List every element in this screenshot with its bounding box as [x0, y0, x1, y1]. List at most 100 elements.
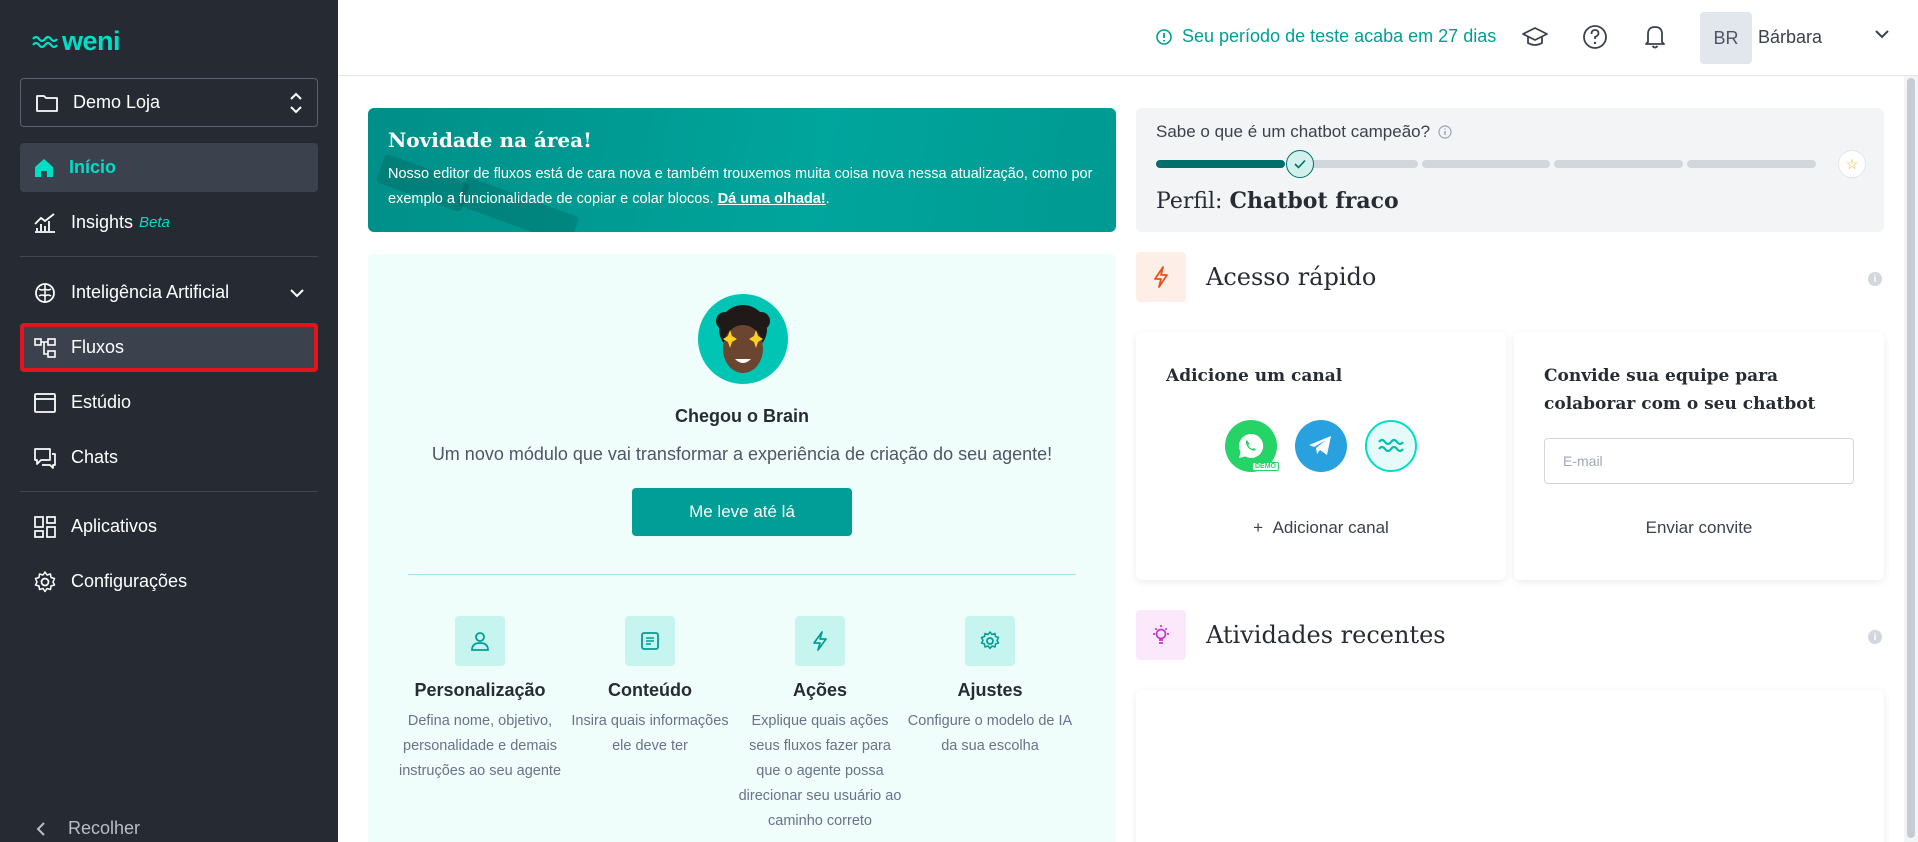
info-icon[interactable]: i	[1868, 630, 1882, 644]
sidebar-item-estudio[interactable]: Estúdio	[20, 378, 318, 427]
brain-title: Chegou o Brain	[675, 406, 809, 426]
lightning-icon	[1136, 252, 1186, 302]
brain-icon	[35, 282, 55, 303]
sidebar-item-label: Estúdio	[71, 392, 132, 412]
progress-segment	[1421, 160, 1551, 168]
trial-notice[interactable]: Seu período de teste acaba em 27 dias	[1156, 26, 1496, 47]
sidebar-item-ia[interactable]: Inteligência Artificial	[20, 268, 318, 317]
document-icon	[625, 616, 675, 666]
avatar[interactable]: BR	[1700, 12, 1752, 64]
quick-access-title: Acesso rápido	[1206, 263, 1377, 291]
check-icon	[1286, 150, 1314, 178]
top-bar: Seu período de teste acaba em 27 dias BR…	[338, 0, 1918, 76]
progress-segment	[1156, 160, 1285, 168]
feature-title: Ajustes	[957, 680, 1023, 700]
question-circle-icon	[1583, 25, 1607, 49]
sidebar-item-configuracoes[interactable]: Configurações	[20, 557, 318, 606]
scrollbar[interactable]	[1904, 76, 1918, 842]
whatsapp-icon[interactable]: DEMO	[1225, 420, 1279, 472]
academy-button[interactable]	[1520, 22, 1550, 52]
feature-title: Ações	[792, 680, 848, 700]
recent-activities-header: Atividades recentes	[1136, 610, 1446, 660]
feature-acoes: Ações Explique quais ações seus fluxos f…	[736, 616, 904, 834]
weni-chat-icon[interactable]	[1365, 420, 1417, 472]
user-name[interactable]: Bárbara	[1758, 27, 1822, 48]
feature-desc: Configure o modelo de IA da sua escolha	[907, 713, 1073, 754]
send-invite-button[interactable]: Enviar convite	[1514, 518, 1884, 538]
add-channel-button[interactable]: + Adicionar canal	[1136, 518, 1506, 538]
brain-subtitle: Um novo módulo que vai transformar a exp…	[431, 444, 1053, 464]
sidebar-divider	[20, 491, 318, 492]
score-question-text: Sabe o que é um chatbot campeão?	[1156, 122, 1431, 141]
user-menu-button[interactable]	[1874, 26, 1890, 44]
folder-icon	[36, 94, 58, 112]
invite-team-card: Convide sua equipe para colaborar com o …	[1514, 332, 1884, 580]
brain-promo-card: Chegou o Brain Um novo módulo que vai tr…	[368, 254, 1116, 842]
add-channel-title: Adicione um canal	[1166, 366, 1343, 386]
person-icon	[455, 616, 505, 666]
profile-label: Perfil:	[1156, 189, 1223, 214]
info-circle-icon	[1438, 125, 1452, 139]
sidebar-item-insights[interactable]: Insights Beta	[20, 198, 318, 247]
notifications-button[interactable]	[1640, 22, 1670, 52]
trial-text: Seu período de teste acaba em 27 dias	[1182, 26, 1497, 46]
sidebar-divider	[20, 256, 318, 257]
news-banner: Novidade na área! Nosso editor de fluxos…	[368, 108, 1116, 232]
sidebar: weni Demo Loja Início Insights Beta Inte…	[0, 0, 338, 842]
home-icon	[35, 158, 53, 177]
sidebar-item-label: Aplicativos	[71, 516, 158, 536]
score-profile: Perfil: Chatbot fraco	[1156, 188, 1399, 214]
news-link[interactable]: Dá uma olhada!	[718, 191, 826, 207]
sidebar-item-aplicativos[interactable]: Aplicativos	[20, 502, 318, 551]
go-to-brain-button[interactable]: Me leve até lá	[632, 488, 852, 536]
feature-title: Personalização	[414, 680, 546, 700]
feature-desc: Explique quais ações seus fluxos fazer p…	[738, 713, 902, 829]
sidebar-item-label: Início	[69, 157, 117, 177]
score-question[interactable]: Sabe o que é um chatbot campeão?	[1156, 122, 1452, 142]
project-selector[interactable]: Demo Loja	[20, 78, 318, 127]
project-name: Demo Loja	[73, 92, 161, 112]
email-field[interactable]	[1544, 438, 1854, 484]
sidebar-item-chats[interactable]: Chats	[20, 433, 318, 482]
add-channel-label: Adicionar canal	[1272, 518, 1389, 537]
brain-avatar-image	[698, 294, 788, 384]
chevron-up-down-icon	[290, 92, 302, 113]
help-button[interactable]	[1580, 22, 1610, 52]
collapse-sidebar-button[interactable]: Recolher	[36, 818, 140, 839]
brain-divider	[408, 574, 1076, 575]
chevron-left-icon	[36, 821, 45, 836]
flows-icon	[34, 337, 56, 358]
star-icon: ☆	[1838, 150, 1866, 178]
chatbot-score-card: Sabe o que é um chatbot campeão? ☆ Perfi…	[1136, 108, 1884, 232]
invite-title: Convide sua equipe para colaborar com o …	[1544, 366, 1816, 414]
window-icon	[34, 392, 56, 413]
weni-logo[interactable]: weni	[32, 26, 121, 57]
feature-personalizacao: Personalização Defina nome, objetivo, pe…	[396, 616, 564, 784]
recent-activities-card	[1136, 690, 1884, 842]
scrollbar-thumb[interactable]	[1907, 78, 1915, 838]
collapse-label: Recolher	[68, 818, 141, 838]
news-end: .	[825, 191, 830, 207]
info-icon[interactable]: i	[1868, 272, 1882, 286]
feature-ajustes: Ajustes Configure o modelo de IA da sua …	[906, 616, 1074, 759]
profile-value: Chatbot fraco	[1229, 188, 1399, 214]
progress-segment	[1554, 160, 1684, 168]
progress-segment	[1687, 160, 1816, 168]
news-text: Nosso editor de fluxos está de cara nova…	[388, 162, 1096, 212]
quick-access-header: Acesso rápido	[1136, 252, 1376, 302]
feature-title: Conteúdo	[608, 680, 692, 700]
graduation-cap-icon	[1522, 27, 1548, 46]
beta-badge: Beta	[139, 214, 170, 231]
feature-desc: Defina nome, objetivo, personalidade e d…	[398, 713, 562, 779]
gear-icon	[965, 616, 1015, 666]
chat-icon	[34, 447, 56, 469]
telegram-icon[interactable]	[1295, 420, 1347, 472]
add-channel-card: Adicione um canal DEMO + Adicionar canal	[1136, 332, 1506, 580]
sidebar-item-inicio[interactable]: Início	[20, 143, 318, 192]
chevron-down-icon	[290, 288, 304, 297]
sidebar-item-fluxos[interactable]: Fluxos	[20, 323, 318, 372]
plus-icon: +	[1253, 518, 1264, 537]
info-circle-icon	[1156, 28, 1172, 45]
news-title: Novidade na área!	[388, 128, 592, 152]
score-progress-bar	[1156, 160, 1816, 168]
